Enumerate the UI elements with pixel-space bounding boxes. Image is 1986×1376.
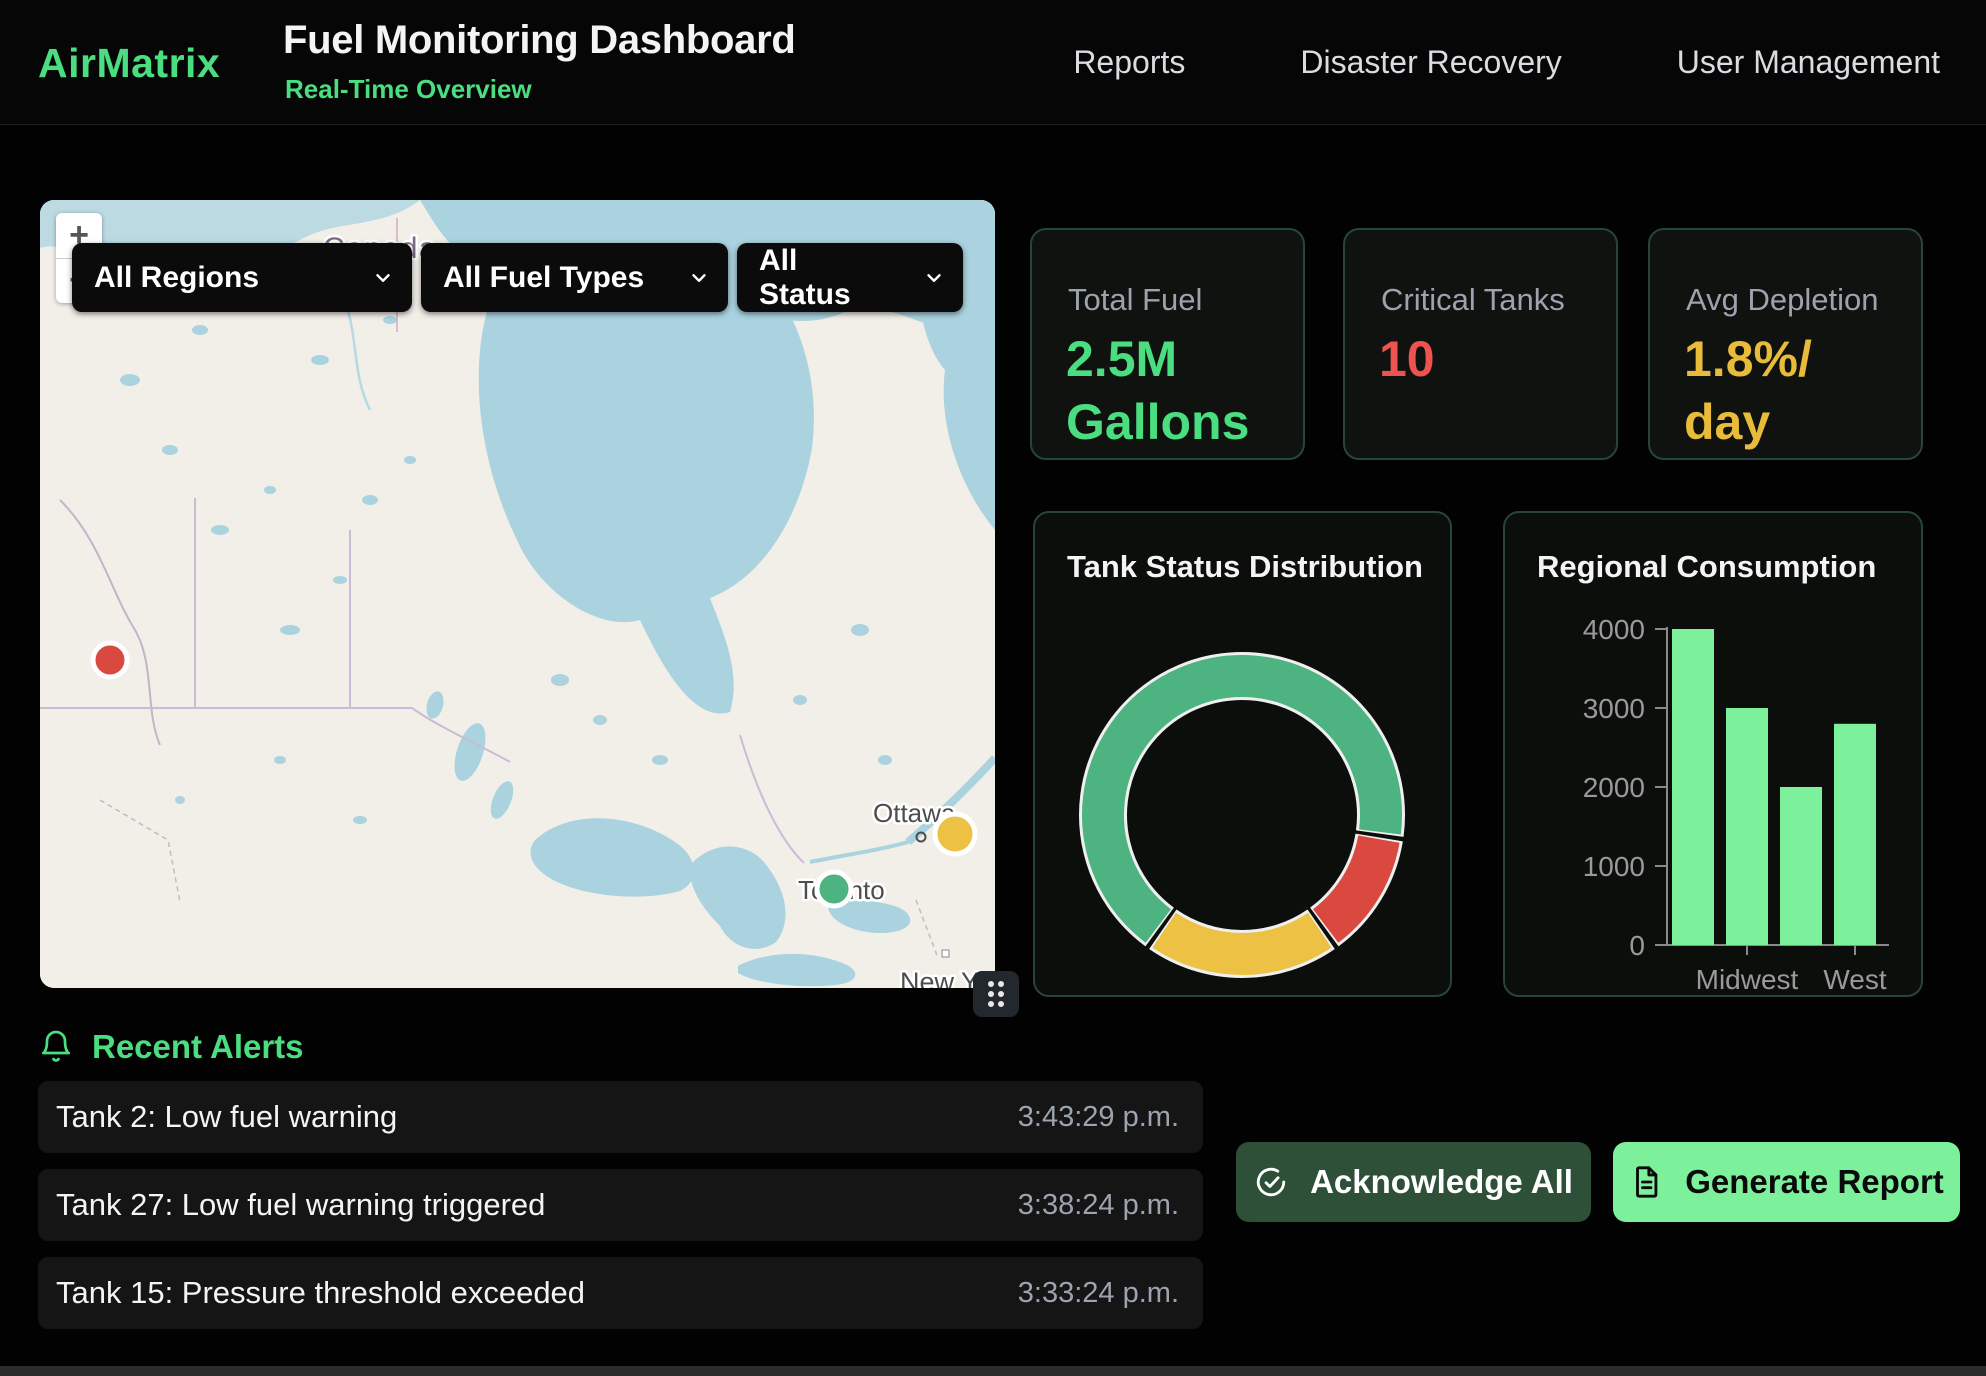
stat-value: 10 — [1379, 328, 1435, 391]
resize-grip-icon[interactable] — [973, 971, 1019, 1017]
fuel-type-filter-dropdown[interactable]: All Fuel Types — [421, 243, 728, 312]
fuel-type-filter-value: All Fuel Types — [443, 261, 644, 295]
bottom-scrollbar-strip[interactable] — [0, 1366, 1986, 1376]
generate-report-button[interactable]: Generate Report — [1613, 1142, 1960, 1222]
svg-text:1000: 1000 — [1583, 851, 1645, 882]
alert-timestamp: 3:43:29 p.m. — [1018, 1101, 1179, 1134]
alert-row[interactable]: Tank 27: Low fuel warning triggered 3:38… — [38, 1169, 1203, 1241]
chevron-down-icon — [923, 267, 945, 289]
chart-title: Regional Consumption — [1537, 549, 1876, 585]
stat-value: 2.5M Gallons — [1066, 328, 1249, 454]
stat-label: Critical Tanks — [1381, 282, 1565, 318]
stat-card-total-fuel: Total Fuel 2.5M Gallons — [1030, 228, 1305, 460]
nav-reports[interactable]: Reports — [1073, 44, 1185, 81]
map-artwork: Canada Ottawa Toronto New York — [40, 200, 995, 988]
alert-row[interactable]: Tank 15: Pressure threshold exceeded 3:3… — [38, 1257, 1203, 1329]
alert-text: Tank 15: Pressure threshold exceeded — [56, 1275, 585, 1311]
region-filter-dropdown[interactable]: All Regions — [72, 243, 412, 312]
alert-text: Tank 2: Low fuel warning — [56, 1099, 397, 1135]
map-marker-warning[interactable] — [935, 814, 975, 854]
alert-timestamp: 3:38:24 p.m. — [1018, 1189, 1179, 1222]
chevron-down-icon — [688, 267, 710, 289]
chevron-down-icon — [372, 267, 394, 289]
brand-logo: AirMatrix — [38, 40, 220, 87]
alert-text: Tank 27: Low fuel warning triggered — [56, 1187, 545, 1223]
check-circle-icon — [1254, 1165, 1288, 1199]
map-canvas[interactable]: Canada Ottawa Toronto New York — [40, 200, 995, 988]
generate-report-label: Generate Report — [1685, 1163, 1944, 1201]
svg-text:4000: 4000 — [1583, 614, 1645, 645]
status-filter-dropdown[interactable]: All Status — [737, 243, 963, 312]
regional-consumption-card: 0 1000 2000 3000 4000 Midwest West Regional Co… — [1503, 511, 1923, 997]
dashboard-page: AirMatrix Fuel Monitoring Dashboard Real… — [0, 0, 1986, 1376]
recent-alerts-title: Recent Alerts — [92, 1028, 304, 1066]
stat-label: Avg Depletion — [1686, 282, 1878, 318]
region-filter-value: All Regions — [94, 261, 259, 295]
svg-text:West: West — [1823, 964, 1886, 995]
alert-timestamp: 3:33:24 p.m. — [1018, 1277, 1179, 1310]
main-nav: Reports Disaster Recovery User Managemen… — [1073, 0, 1940, 124]
alert-row[interactable]: Tank 2: Low fuel warning 3:43:29 p.m. — [38, 1081, 1203, 1153]
nav-disaster-recovery[interactable]: Disaster Recovery — [1300, 44, 1561, 81]
stat-value: 1.8%/ day — [1684, 328, 1812, 454]
map-marker-normal[interactable] — [817, 872, 851, 906]
map-marker-critical[interactable] — [93, 643, 127, 677]
chart-title: Tank Status Distribution — [1067, 549, 1423, 585]
document-icon — [1629, 1165, 1663, 1199]
bell-icon — [38, 1029, 74, 1065]
svg-text:2000: 2000 — [1583, 772, 1645, 803]
acknowledge-all-label: Acknowledge All — [1310, 1163, 1573, 1201]
tank-status-distribution-card: Tank Status Distribution — [1033, 511, 1452, 997]
page-subtitle: Real-Time Overview — [285, 74, 532, 105]
map-panel: Canada Ottawa Toronto New York + − All R… — [40, 200, 995, 988]
stat-label: Total Fuel — [1068, 282, 1202, 318]
map-filters: All Regions All Fuel Types All Status — [72, 243, 963, 312]
acknowledge-all-button[interactable]: Acknowledge All — [1236, 1142, 1591, 1222]
page-title: Fuel Monitoring Dashboard — [283, 18, 795, 63]
stat-card-avg-depletion: Avg Depletion 1.8%/ day — [1648, 228, 1923, 460]
regional-consumption-bar-chart: 0 1000 2000 3000 4000 Midwest West — [1505, 513, 1925, 999]
tank-status-donut-chart — [1035, 513, 1454, 999]
svg-text:0: 0 — [1629, 930, 1645, 961]
recent-alerts-header: Recent Alerts — [38, 1028, 304, 1066]
svg-text:Midwest: Midwest — [1696, 964, 1799, 995]
stat-card-critical-tanks: Critical Tanks 10 — [1343, 228, 1618, 460]
svg-text:3000: 3000 — [1583, 693, 1645, 724]
nav-user-management[interactable]: User Management — [1677, 44, 1940, 81]
app-header: AirMatrix Fuel Monitoring Dashboard Real… — [0, 0, 1986, 125]
status-filter-value: All Status — [759, 244, 897, 312]
